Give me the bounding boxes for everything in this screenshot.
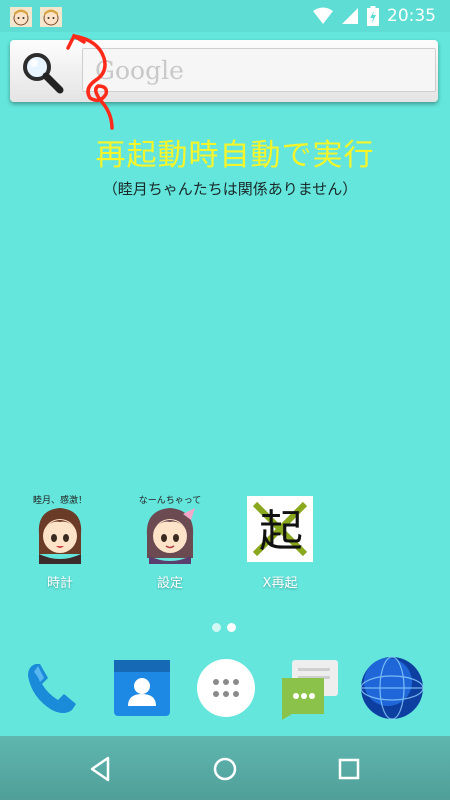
back-icon[interactable] <box>86 754 116 784</box>
navigation-bar <box>0 736 450 800</box>
status-icons: 20:35 <box>313 4 436 28</box>
search-icon[interactable] <box>20 50 64 94</box>
messaging-icon[interactable] <box>276 654 344 722</box>
wifi-icon <box>313 7 333 24</box>
app-label: 設定 <box>156 576 183 591</box>
app-label: X再起 <box>262 576 298 591</box>
clock-app-shortcut[interactable]: 睦月、感激！ 時計 <box>18 494 102 591</box>
kisaragi-character-icon: なーんちゃって <box>135 494 205 564</box>
recents-icon[interactable] <box>334 754 364 784</box>
app-label: 時計 <box>46 576 73 591</box>
clock-time: 20:35 <box>387 6 436 26</box>
browser-globe-icon[interactable] <box>358 654 426 722</box>
signal-icon <box>342 8 358 24</box>
notification-character-icon[interactable] <box>10 7 32 27</box>
contacts-icon[interactable] <box>108 654 176 722</box>
subline-text: （睦月ちゃんたちは関係ありません） <box>102 180 358 198</box>
search-input[interactable]: Google <box>82 48 436 92</box>
page-dot-active <box>227 623 236 632</box>
settings-app-shortcut[interactable]: なーんちゃって 設定 <box>128 494 212 591</box>
phone-icon[interactable] <box>18 654 86 722</box>
google-search-widget[interactable]: Google <box>10 40 438 102</box>
restart-app-icon: 起 <box>245 494 315 564</box>
restart-glyph: 起 <box>259 506 303 557</box>
speech-bubble-text: なーんちゃって <box>139 495 202 506</box>
battery-charging-icon <box>367 6 379 26</box>
home-icon[interactable] <box>210 754 240 784</box>
status-bar: 20:35 <box>0 0 450 32</box>
app-drawer-icon[interactable] <box>192 654 260 722</box>
notification-character-icon[interactable] <box>40 7 62 27</box>
speech-bubble-text: 睦月、感激！ <box>33 494 87 506</box>
page-indicator <box>212 623 242 633</box>
x-restart-app-shortcut[interactable]: 起 X再起 <box>238 494 322 591</box>
search-placeholder: Google <box>95 56 184 85</box>
mutsuki-character-icon: 睦月、感激！ <box>25 494 95 564</box>
headline-text: 再起動時自動で実行 <box>95 138 375 173</box>
page-dot <box>212 623 221 632</box>
